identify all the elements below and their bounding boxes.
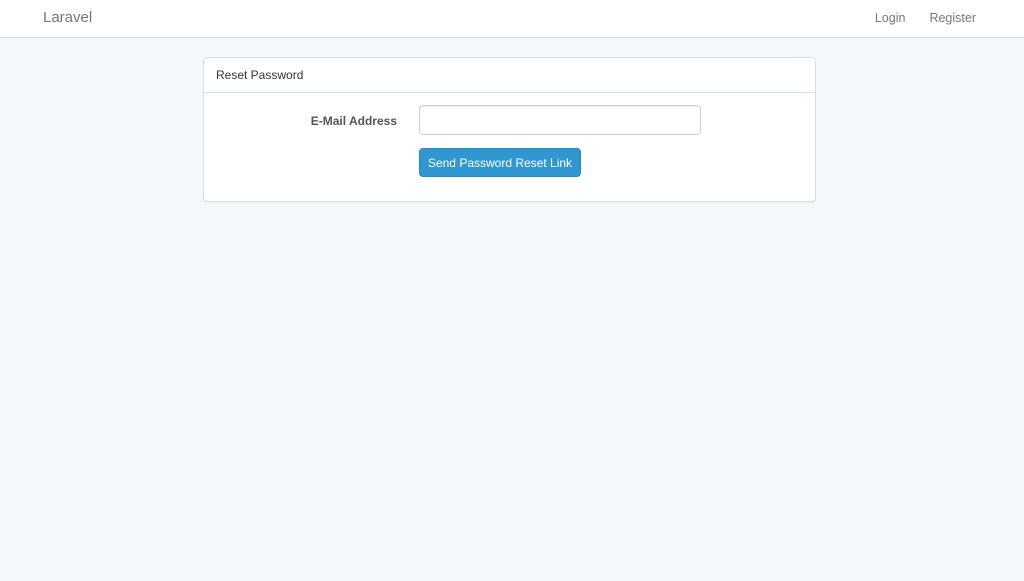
register-link[interactable]: Register <box>929 11 976 25</box>
panel-heading: Reset Password <box>204 58 815 93</box>
send-reset-link-button[interactable]: Send Password Reset Link <box>419 148 581 177</box>
brand-link[interactable]: Laravel <box>43 9 92 26</box>
top-navbar: Laravel Login Register <box>0 0 1024 38</box>
nav-links: Login Register <box>875 11 976 25</box>
login-link[interactable]: Login <box>875 11 906 25</box>
reset-password-panel: Reset Password E-Mail Address Send Passw… <box>203 57 816 202</box>
email-label: E-Mail Address <box>310 114 397 128</box>
email-input[interactable] <box>419 105 701 135</box>
